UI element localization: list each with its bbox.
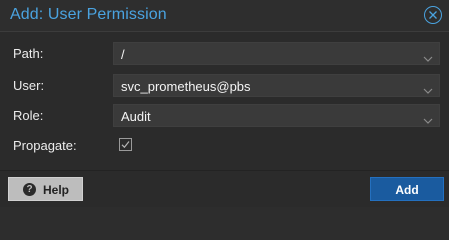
add-button[interactable]: Add (370, 177, 444, 201)
add-button-label: Add (395, 183, 419, 197)
path-combobox[interactable]: / (113, 42, 440, 65)
dialog-title: Add: User Permission (10, 6, 167, 23)
question-circle-icon: ? (23, 183, 36, 196)
path-row: Path: / (0, 42, 449, 65)
chevron-down-icon[interactable] (423, 50, 433, 62)
propagate-checkbox[interactable] (119, 138, 132, 151)
role-combobox[interactable]: Audit (113, 104, 440, 127)
dialog-footer: ? Help Add (0, 170, 449, 207)
user-label: User: (13, 78, 45, 93)
path-label: Path: (13, 46, 44, 61)
chevron-down-icon[interactable] (423, 82, 433, 94)
propagate-row: Propagate: (0, 134, 449, 157)
role-value: Audit (121, 109, 151, 124)
dialog-titlebar[interactable]: Add: User Permission (0, 0, 449, 32)
add-user-permission-dialog: Add: User Permission Path: / User: svc_p… (0, 0, 449, 207)
user-combobox[interactable]: svc_prometheus@pbs (113, 74, 440, 97)
user-value: svc_prometheus@pbs (121, 79, 251, 94)
help-button[interactable]: ? Help (8, 177, 83, 201)
help-button-label: Help (43, 183, 70, 197)
role-label: Role: (13, 108, 44, 123)
path-value: / (121, 47, 125, 62)
role-row: Role: Audit (0, 104, 449, 127)
propagate-label: Propagate: (13, 138, 77, 153)
close-icon[interactable] (424, 6, 442, 24)
user-row: User: svc_prometheus@pbs (0, 74, 449, 97)
chevron-down-icon[interactable] (423, 112, 433, 124)
